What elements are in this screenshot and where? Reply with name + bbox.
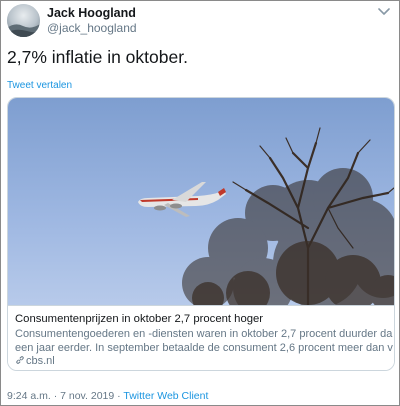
card-domain: cbs.nl <box>15 355 55 367</box>
translate-tweet-link[interactable]: Tweet vertalen <box>7 80 72 91</box>
card-description: Consumentengoederen en -diensten waren i… <box>15 327 393 355</box>
card-body: Consumentenprijzen in oktober 2,7 procen… <box>8 305 394 370</box>
tweet-source-link[interactable]: Twitter Web Client <box>123 390 208 402</box>
chevron-down-icon[interactable] <box>376 5 392 19</box>
card-title: Consumentenprijzen in oktober 2,7 procen… <box>15 313 264 325</box>
tweet-time[interactable]: 9:24 a.m. <box>7 390 51 402</box>
tweet-date[interactable]: 7 nov. 2019 <box>60 390 114 402</box>
link-icon <box>16 356 24 364</box>
card-description-line-2: een jaar eerder. In september betaalde d… <box>15 342 393 354</box>
card-domain-text: cbs.nl <box>26 355 55 367</box>
meta-separator: · <box>50 390 61 402</box>
author-handle[interactable]: @jack_hoogland <box>47 21 137 35</box>
tweet-meta: 9:24 a.m. · 7 nov. 2019 · Twitter Web Cl… <box>7 390 208 402</box>
card-description-line-1: Consumentengoederen en -diensten waren i… <box>15 328 393 340</box>
link-card[interactable]: Consumentenprijzen in oktober 2,7 procen… <box>7 97 395 371</box>
avatar[interactable] <box>7 4 40 37</box>
tweet-text: 2,7% inflatie in oktober. <box>7 47 188 67</box>
author-name[interactable]: Jack Hoogland <box>47 6 136 20</box>
card-image <box>8 98 394 305</box>
